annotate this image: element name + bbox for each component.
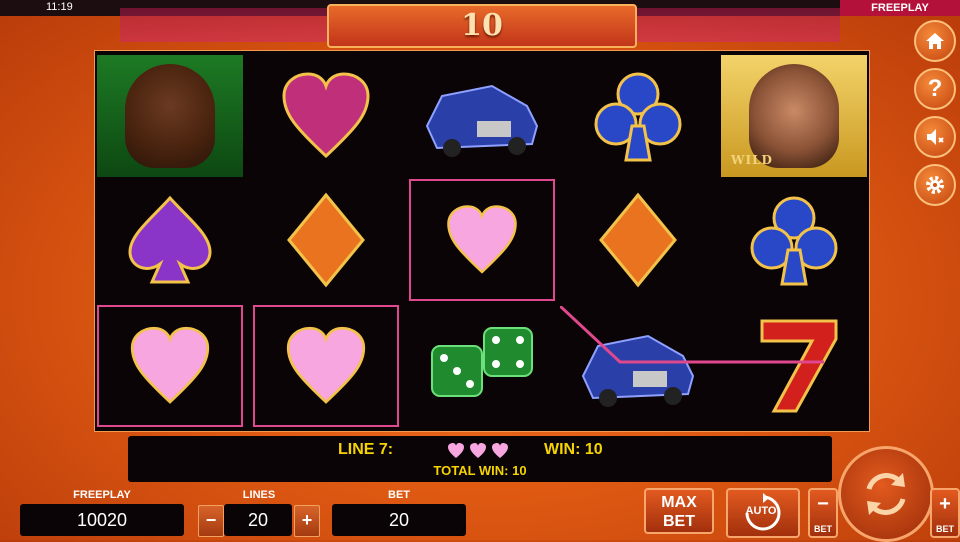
minus-icon: −: [817, 493, 829, 515]
total-win-label: TOTAL WIN: 10: [433, 463, 527, 478]
clock: 11:19: [46, 1, 73, 13]
bet-plus-button[interactable]: + BET: [930, 488, 960, 538]
symbol-club: [721, 179, 867, 301]
line-label: LINE 7:: [338, 441, 394, 458]
symbol-heart: [409, 179, 555, 301]
heart-icon: [282, 72, 370, 159]
symbol-diamond: [253, 179, 399, 301]
lines-minus-button[interactable]: −: [198, 505, 224, 537]
reel-grid: WILD: [94, 50, 870, 432]
club-icon: [594, 72, 682, 162]
reel-5: WILD: [719, 51, 869, 431]
car-icon: [425, 84, 539, 157]
bet-minus-label: BET: [814, 524, 832, 534]
diamond-icon: [599, 192, 677, 288]
spin-button[interactable]: [838, 446, 934, 542]
seven-icon: [760, 319, 838, 413]
symbol-wild-man: WILD: [721, 55, 867, 177]
sound-button[interactable]: [914, 116, 956, 158]
spade-icon: [128, 195, 212, 284]
diamond-icon: [287, 192, 365, 288]
win-display: 10: [327, 4, 637, 48]
auto-label: AUTO: [745, 505, 777, 517]
symbol-car: [565, 305, 711, 427]
reel-3: [407, 51, 557, 431]
question-icon: ?: [927, 75, 943, 102]
help-button[interactable]: ?: [914, 68, 956, 110]
spin-arrows-icon: [866, 473, 906, 515]
win-label: WIN: 10: [544, 441, 603, 458]
gear-icon: [926, 176, 944, 194]
bet-minus-button[interactable]: − BET: [808, 488, 838, 538]
win-info-bar: LINE 7: WIN: 10 TOTAL WIN: 10: [128, 436, 832, 482]
freeplay-balance: 10020: [20, 504, 184, 536]
heart-icon: [447, 205, 517, 274]
max-bet-button[interactable]: MAX BET: [644, 488, 714, 534]
heart-icons: [448, 443, 508, 458]
lines-label: LINES: [242, 489, 276, 501]
reel-1: [95, 51, 245, 431]
symbol-heart: [253, 55, 399, 177]
reel-4: [563, 51, 713, 431]
auto-button[interactable]: AUTO: [726, 488, 800, 538]
symbol-heart: [97, 305, 243, 427]
bet-value: 20: [332, 504, 466, 536]
bet-plus-label: BET: [936, 524, 954, 534]
speaker-muted-icon: [927, 129, 944, 145]
symbol-dice: [409, 305, 555, 427]
settings-button[interactable]: [914, 164, 956, 206]
lines-plus-button[interactable]: +: [294, 505, 320, 537]
max-bet-line1: MAX: [661, 494, 697, 511]
max-bet-line2: BET: [663, 513, 695, 530]
plus-icon: +: [939, 493, 951, 515]
mode-badge: FREEPLAY: [840, 0, 960, 16]
symbol-car: [409, 55, 555, 177]
line-hearts: [448, 443, 508, 464]
symbol-club: [565, 55, 711, 177]
heart-icon: [286, 326, 366, 404]
dice-icon: [431, 327, 533, 397]
lines-value: 20: [224, 504, 292, 536]
heart-icon: [130, 326, 210, 404]
bet-label: BET: [388, 489, 410, 501]
club-icon: [750, 196, 838, 286]
symbol-diamond: [565, 179, 711, 301]
home-button[interactable]: [914, 20, 956, 62]
freeplay-label: FREEPLAY: [73, 489, 131, 501]
symbol-lady-portrait: [97, 55, 243, 177]
symbol-seven: [721, 305, 867, 427]
wild-label: WILD: [731, 153, 773, 167]
home-icon: [926, 33, 944, 49]
reel-2: [251, 51, 401, 431]
car-icon: [581, 334, 695, 407]
symbol-spade: [97, 179, 243, 301]
symbol-heart: [253, 305, 399, 427]
